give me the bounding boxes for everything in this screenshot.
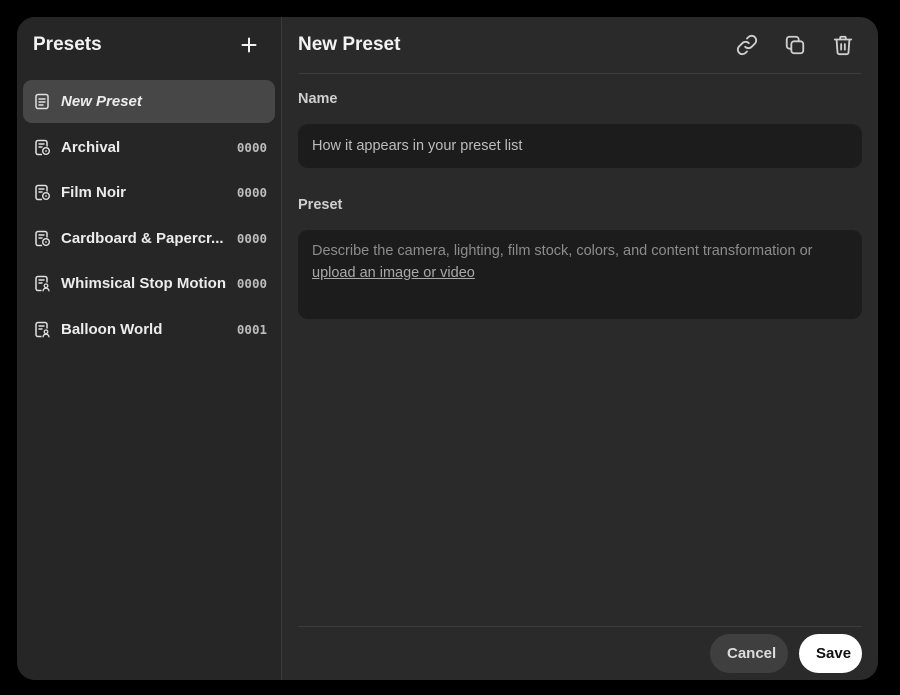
preset-item-archival[interactable]: Archival 0000 bbox=[23, 126, 275, 169]
link-icon bbox=[736, 34, 758, 56]
preset-item-label: Cardboard & Papercr... bbox=[61, 229, 224, 247]
presets-modal: Presets New Preset Archival 0000 Film No… bbox=[17, 17, 878, 680]
preset-item-film-noir[interactable]: Film Noir 0000 bbox=[23, 171, 275, 214]
preset-item-code: 0000 bbox=[236, 185, 267, 200]
save-button[interactable]: Save bbox=[799, 634, 862, 673]
preset-description-field[interactable]: Describe the camera, lighting, film stoc… bbox=[298, 230, 862, 319]
sidebar: Presets New Preset Archival 0000 Film No… bbox=[17, 17, 282, 680]
document-icon bbox=[33, 93, 51, 111]
header-actions bbox=[734, 32, 856, 58]
user-doc-icon bbox=[33, 320, 51, 338]
name-label: Name bbox=[298, 91, 338, 107]
preset-editor: New Preset Name How it appears in your p… bbox=[282, 17, 878, 680]
add-preset-button[interactable] bbox=[237, 33, 261, 57]
preset-item-label: Archival bbox=[61, 138, 121, 156]
film-doc-icon bbox=[33, 229, 51, 247]
film-doc-icon bbox=[33, 184, 51, 202]
preset-item-code: 0000 bbox=[236, 230, 267, 246]
preset-item-code: 0000 bbox=[236, 276, 267, 291]
footer-divider bbox=[298, 626, 862, 627]
preset-item-label: New Preset bbox=[61, 93, 142, 110]
copy-link-button[interactable] bbox=[734, 32, 760, 58]
trash-icon bbox=[833, 35, 853, 56]
name-input[interactable] bbox=[298, 124, 862, 168]
preset-item-code: 0001 bbox=[236, 321, 267, 337]
preset-list: New Preset Archival 0000 Film Noir 0000 … bbox=[17, 73, 281, 351]
copy-icon bbox=[785, 35, 805, 55]
preset-description-label: Preset bbox=[298, 197, 343, 213]
sidebar-header: Presets bbox=[17, 17, 281, 73]
preset-item-cardboard-papercraft[interactable]: Cardboard & Papercr... 0000 bbox=[23, 217, 275, 260]
preset-item-label: Whimsical Stop Motion bbox=[61, 275, 226, 292]
duplicate-button[interactable] bbox=[782, 32, 808, 58]
preset-item-balloon-world[interactable]: Balloon World 0001 bbox=[23, 308, 275, 351]
film-doc-icon bbox=[33, 138, 51, 156]
user-doc-icon bbox=[33, 275, 51, 293]
upload-media-link[interactable]: upload an image or video bbox=[312, 265, 475, 281]
preset-item-new-preset[interactable]: New Preset bbox=[23, 80, 275, 123]
dialog-footer: Cancel Save bbox=[710, 634, 862, 673]
cancel-button[interactable]: Cancel bbox=[710, 634, 788, 673]
preset-item-label: Film Noir bbox=[61, 184, 127, 201]
preset-item-whimsical-stop-motion[interactable]: Whimsical Stop Motion 0000 bbox=[23, 262, 275, 305]
sidebar-title: Presets bbox=[33, 34, 102, 55]
page-title: New Preset bbox=[298, 34, 401, 55]
preset-description-placeholder: Describe the camera, lighting, film stoc… bbox=[312, 243, 813, 259]
preset-item-label: Balloon World bbox=[61, 320, 163, 338]
editor-header: New Preset bbox=[298, 17, 862, 74]
preset-item-code: 0000 bbox=[236, 139, 267, 155]
delete-button[interactable] bbox=[830, 32, 856, 58]
plus-icon bbox=[241, 37, 257, 53]
